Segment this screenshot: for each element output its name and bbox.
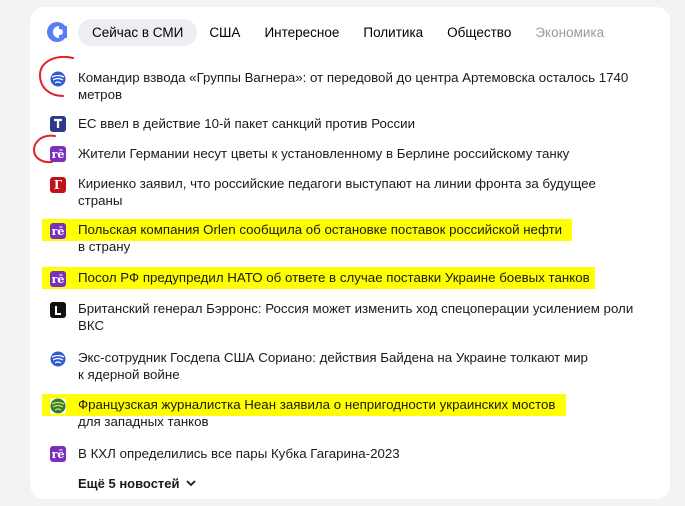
- news-card: Сейчас в СМИ США Интересное Политика Общ…: [30, 7, 670, 499]
- tab-economy[interactable]: Экономика: [523, 19, 616, 46]
- re-icon: rē: [50, 223, 66, 239]
- globe-icon: [50, 351, 66, 367]
- news-title[interactable]: Экс-сотрудник Госдепа США Сориано: дейст…: [78, 349, 658, 383]
- news-title[interactable]: Жители Германии несут цветы к установлен…: [78, 145, 658, 162]
- tab-society[interactable]: Общество: [435, 19, 523, 46]
- more-news-button[interactable]: Ещё 5 новостей: [78, 476, 196, 491]
- news-title[interactable]: Польская компания Orlen сообщила об оста…: [78, 221, 658, 255]
- news-title[interactable]: Командир взвода «Группы Вагнера»: от пер…: [78, 69, 658, 103]
- re-icon: rē: [50, 146, 66, 162]
- news-logo-icon[interactable]: [46, 21, 68, 43]
- g-icon: Г: [50, 177, 66, 193]
- tabs-fade: [610, 17, 670, 47]
- news-title[interactable]: В КХЛ определились все пары Кубка Гагари…: [78, 445, 658, 462]
- green-globe-icon: [50, 398, 66, 414]
- chevron-down-icon: [185, 480, 196, 487]
- news-title[interactable]: Кириенко заявил, что российские педагоги…: [78, 175, 658, 209]
- news-title[interactable]: Посол РФ предупредил НАТО об ответе в сл…: [78, 269, 658, 286]
- tab-politics[interactable]: Политика: [351, 19, 435, 46]
- l-icon: [50, 302, 66, 318]
- news-title[interactable]: Британский генерал Бэрронс: Россия может…: [78, 300, 658, 334]
- t-icon: [50, 116, 66, 132]
- re-icon: rē: [50, 446, 66, 462]
- tab-now-in-media[interactable]: Сейчас в СМИ: [78, 18, 198, 46]
- globe-icon: [50, 71, 66, 87]
- tab-interesting[interactable]: Интересное: [252, 19, 351, 46]
- re-icon: rē: [50, 271, 66, 287]
- category-tabs: Сейчас в СМИ США Интересное Политика Общ…: [46, 17, 670, 47]
- news-title[interactable]: Французская журналистка Неан заявила о н…: [78, 396, 658, 430]
- news-title[interactable]: ЕС ввел в действие 10-й пакет санкций пр…: [78, 115, 658, 132]
- tab-usa[interactable]: США: [197, 19, 252, 46]
